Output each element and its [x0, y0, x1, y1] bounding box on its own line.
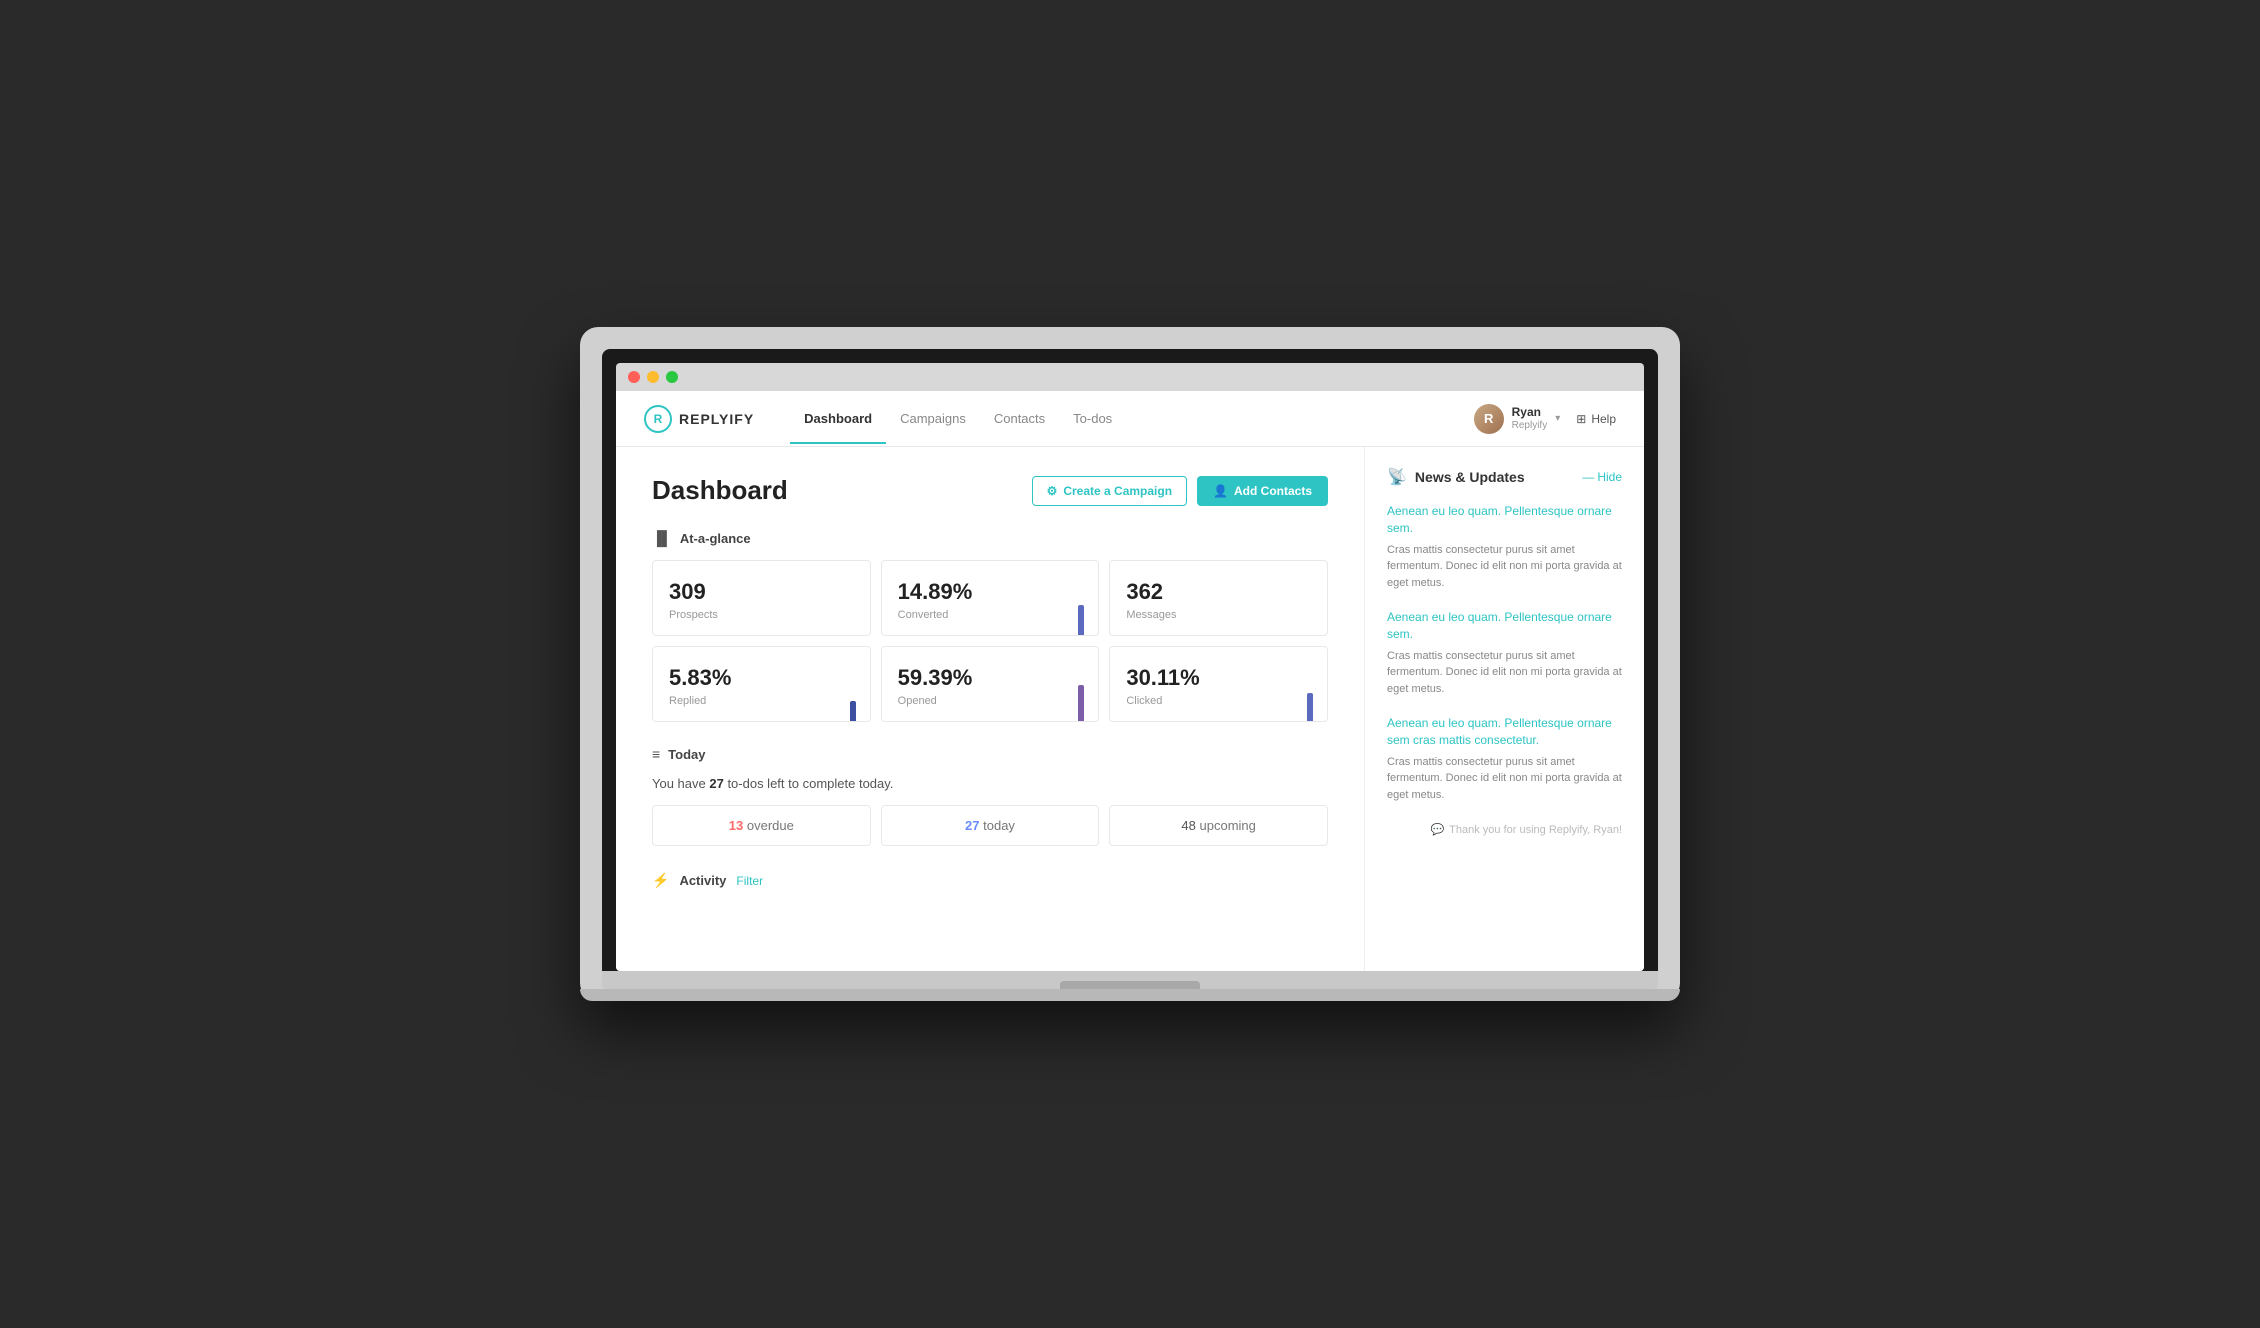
todo-overdue-card[interactable]: 13 overdue — [652, 805, 871, 846]
news-item-2: Aenean eu leo quam. Pellentesque ornare … — [1387, 609, 1622, 697]
nav: R REPLYIFY Dashboard Campaigns Contacts … — [616, 391, 1644, 447]
logo-icon: R — [644, 405, 672, 433]
list-icon: ≡ — [652, 746, 660, 762]
filter-link[interactable]: Filter — [736, 874, 763, 888]
replied-label: Replied — [669, 695, 854, 707]
nav-campaigns[interactable]: Campaigns — [886, 393, 980, 444]
news-item-3-body: Cras mattis consectetur purus sit amet f… — [1387, 754, 1622, 804]
dashboard-header: Dashboard ⚙ Create a Campaign 👤 Add Cont… — [652, 475, 1328, 506]
news-item-1-body: Cras mattis consectetur purus sit amet f… — [1387, 542, 1622, 592]
overdue-count: 13 — [729, 818, 743, 833]
laptop-foot — [580, 989, 1680, 1001]
maximize-dot[interactable] — [666, 371, 678, 383]
news-header: 📡 News & Updates — Hide — [1387, 467, 1622, 487]
today-count: 27 — [965, 818, 979, 833]
todo-today-card[interactable]: 27 today — [881, 805, 1100, 846]
stat-prospects: 309 Prospects — [652, 560, 871, 636]
help-icon: ⊞ — [1576, 412, 1586, 426]
logo-text: REPLYIFY — [679, 411, 754, 427]
add-contacts-button[interactable]: 👤 Add Contacts — [1197, 476, 1328, 506]
nav-links: Dashboard Campaigns Contacts To-dos — [790, 393, 1473, 444]
minimize-dot[interactable] — [647, 371, 659, 383]
converted-bar — [1078, 605, 1084, 635]
stat-replied: 5.83% Replied — [652, 646, 871, 722]
today-label: today — [983, 818, 1015, 833]
today-header: ≡ Today — [652, 746, 1328, 762]
today-section: ≡ Today You have 27 to-dos left to compl… — [652, 746, 1328, 846]
stat-clicked: 30.11% Clicked — [1109, 646, 1328, 722]
create-campaign-button[interactable]: ⚙ Create a Campaign — [1032, 476, 1187, 506]
titlebar — [616, 363, 1644, 391]
converted-label: Converted — [898, 609, 1083, 621]
replied-value: 5.83% — [669, 665, 854, 691]
add-person-icon: 👤 — [1213, 484, 1228, 498]
activity-title: Activity — [679, 873, 726, 888]
todo-upcoming-card[interactable]: 48 upcoming — [1109, 805, 1328, 846]
overdue-label: overdue — [747, 818, 794, 833]
create-icon: ⚙ — [1047, 484, 1058, 498]
prospects-label: Prospects — [669, 609, 854, 621]
clicked-bar — [1307, 693, 1313, 721]
bar-chart-icon: ▐▌ — [652, 530, 672, 546]
activity-section: ⚡ Activity Filter — [652, 872, 1328, 889]
page-title: Dashboard — [652, 475, 1032, 506]
thank-you-message: 💬 Thank you for using Replyify, Ryan! — [1387, 823, 1622, 836]
nav-dashboard[interactable]: Dashboard — [790, 393, 886, 444]
chevron-down-icon: ▾ — [1555, 413, 1560, 424]
at-a-glance-header: ▐▌ At-a-glance — [652, 530, 1328, 546]
activity-header: ⚡ Activity Filter — [652, 872, 1328, 889]
stat-messages: 362 Messages — [1109, 560, 1328, 636]
dashboard-actions: ⚙ Create a Campaign 👤 Add Contacts — [1032, 476, 1328, 506]
news-title: News & Updates — [1415, 469, 1525, 485]
today-description: You have 27 to-dos left to complete toda… — [652, 776, 1328, 791]
clicked-value: 30.11% — [1126, 665, 1311, 691]
avatar: R — [1474, 404, 1504, 434]
news-item-2-title[interactable]: Aenean eu leo quam. Pellentesque ornare … — [1387, 609, 1622, 643]
clicked-label: Clicked — [1126, 695, 1311, 707]
stats-grid: 309 Prospects 14.89% Converted 362 Messa… — [652, 560, 1328, 722]
at-a-glance-title: At-a-glance — [680, 531, 751, 546]
upcoming-label: upcoming — [1200, 818, 1256, 833]
activity-icon: ⚡ — [652, 872, 669, 889]
stat-opened: 59.39% Opened — [881, 646, 1100, 722]
nav-right: R Ryan Replyify ▾ ⊞ Help — [1474, 404, 1616, 434]
messages-label: Messages — [1126, 609, 1311, 621]
speech-icon: 💬 — [1430, 823, 1444, 836]
nav-contacts[interactable]: Contacts — [980, 393, 1059, 444]
replied-bar — [850, 701, 856, 721]
upcoming-count: 48 — [1181, 818, 1195, 833]
prospects-value: 309 — [669, 579, 854, 605]
close-dot[interactable] — [628, 371, 640, 383]
user-section[interactable]: R Ryan Replyify ▾ — [1474, 404, 1561, 434]
todo-grid: 13 overdue 27 today 48 upcoming — [652, 805, 1328, 846]
news-item-1-title[interactable]: Aenean eu leo quam. Pellentesque ornare … — [1387, 503, 1622, 537]
user-name: Ryan — [1512, 405, 1548, 419]
stat-converted: 14.89% Converted — [881, 560, 1100, 636]
messages-value: 362 — [1126, 579, 1311, 605]
opened-value: 59.39% — [898, 665, 1083, 691]
logo[interactable]: R REPLYIFY — [644, 405, 754, 433]
opened-label: Opened — [898, 695, 1083, 707]
news-item-3: Aenean eu leo quam. Pellentesque ornare … — [1387, 715, 1622, 803]
user-subtitle: Replyify — [1512, 420, 1548, 432]
main-content: Dashboard ⚙ Create a Campaign 👤 Add Cont… — [616, 447, 1364, 971]
signal-icon: 📡 — [1387, 467, 1407, 487]
help-button[interactable]: ⊞ Help — [1576, 412, 1616, 426]
hide-button[interactable]: — Hide — [1582, 470, 1622, 484]
sidebar-panel: 📡 News & Updates — Hide Aenean eu leo qu… — [1364, 447, 1644, 971]
laptop-notch — [1060, 981, 1200, 989]
news-item-2-body: Cras mattis consectetur purus sit amet f… — [1387, 648, 1622, 698]
news-item-3-title[interactable]: Aenean eu leo quam. Pellentesque ornare … — [1387, 715, 1622, 749]
opened-bar — [1078, 685, 1084, 721]
minus-icon: — — [1582, 470, 1594, 484]
today-title: Today — [668, 747, 705, 762]
converted-value: 14.89% — [898, 579, 1083, 605]
nav-todos[interactable]: To-dos — [1059, 393, 1126, 444]
news-item-1: Aenean eu leo quam. Pellentesque ornare … — [1387, 503, 1622, 591]
